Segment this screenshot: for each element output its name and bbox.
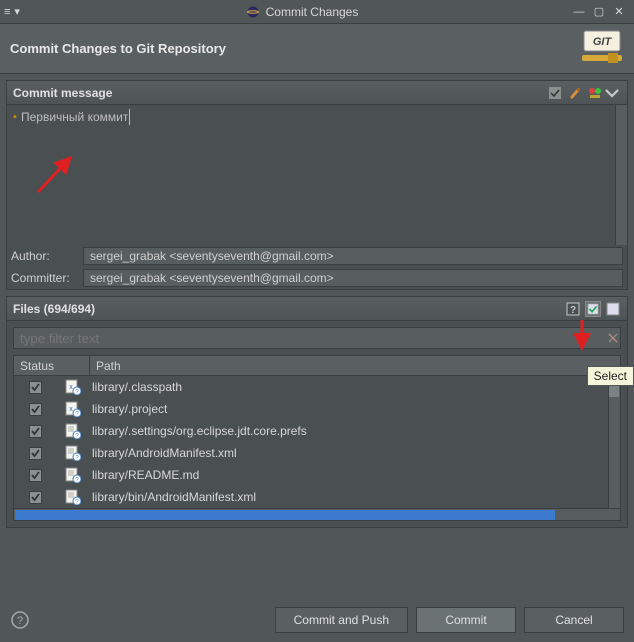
warning-marker-icon: ▪ [13,111,17,123]
unknown-icon[interactable]: ? [565,301,581,317]
file-icon: x? [56,379,90,395]
column-path[interactable]: Path [90,356,620,375]
row-checkbox[interactable] [14,425,56,438]
row-checkbox[interactable] [14,447,56,460]
file-path: library/.project [90,402,620,416]
table-hscrollbar[interactable] [14,508,620,520]
row-checkbox[interactable] [14,381,56,394]
file-path: library/AndroidManifest.xml [90,446,620,460]
cancel-button[interactable]: Cancel [524,607,624,633]
file-path: library/.settings/org.eclipse.jdt.core.p… [90,424,620,438]
svg-text:?: ? [17,615,23,627]
button-bar: ? Commit and Push Commit Cancel [0,598,634,642]
table-row[interactable]: x?library/.classpath [14,376,620,398]
select-all-icon[interactable] [585,301,601,317]
row-checkbox[interactable] [14,403,56,416]
author-label: Author: [11,249,77,263]
table-row[interactable]: ?library/AndroidManifest.xml [14,442,620,464]
table-row[interactable]: ?library/bin/AndroidManifest.xml [14,486,620,508]
message-scrollbar[interactable] [615,105,627,245]
files-section: Files (694/694) ? Status Path [6,296,628,528]
commit-message-input[interactable]: ▪ Первичный коммит [7,105,627,245]
tooltip: Select [587,366,634,386]
row-checkbox[interactable] [14,491,56,504]
file-icon: ? [56,423,90,439]
maximize-button[interactable]: ▢ [592,5,606,19]
menu-icon[interactable]: ≡ [4,6,10,18]
dialog-header: Commit Changes to Git Repository GIT [0,24,634,74]
clear-filter-icon[interactable] [606,331,620,345]
dialog-title: Commit Changes to Git Repository [10,41,226,56]
commit-push-button[interactable]: Commit and Push [275,607,408,633]
svg-text:GIT: GIT [593,36,613,48]
gerrit-icon[interactable] [587,85,603,101]
commit-message-title: Commit message [13,86,112,100]
row-checkbox[interactable] [14,469,56,482]
git-icon: GIT [580,29,624,68]
menu-dropdown-icon[interactable]: ▾ [14,5,20,18]
minimize-button[interactable]: — [572,5,586,19]
column-status[interactable]: Status [14,356,90,375]
commit-message-text: Первичный коммит [21,109,130,125]
files-title: Files (694/694) [13,302,95,316]
deselect-all-icon[interactable] [605,301,621,317]
table-row[interactable]: ?library/README.md [14,464,620,486]
section-menu-icon[interactable] [603,84,621,102]
file-icon: ? [56,445,90,461]
signoff-icon[interactable] [567,85,583,101]
file-path: library/.classpath [90,380,620,394]
file-icon: x? [56,401,90,417]
author-field[interactable]: sergei_grabak <seventyseventh@gmail.com> [83,247,623,265]
committer-field[interactable]: sergei_grabak <seventyseventh@gmail.com> [83,269,623,287]
table-vscrollbar[interactable] [608,376,620,508]
table-row[interactable]: x?library/.project [14,398,620,420]
svg-text:?: ? [570,305,576,316]
commit-message-section: Commit message ▪ Первичный коммит Author… [6,80,628,290]
eclipse-icon [246,5,260,19]
window-title: Commit Changes [266,5,359,19]
file-icon: ? [56,489,90,505]
close-button[interactable]: ✕ [612,5,626,19]
files-table: Status Path x?library/.classpathx?librar… [13,355,621,521]
committer-label: Committer: [11,271,77,285]
titlebar: ≡ ▾ Commit Changes — ▢ ✕ [0,0,634,24]
table-row[interactable]: ?library/.settings/org.eclipse.jdt.core.… [14,420,620,442]
file-path: library/bin/AndroidManifest.xml [90,490,620,504]
amend-icon[interactable] [547,85,563,101]
filter-input[interactable] [13,327,621,349]
file-icon: ? [56,467,90,483]
file-path: library/README.md [90,468,620,482]
commit-button[interactable]: Commit [416,607,516,633]
help-icon[interactable]: ? [10,610,30,630]
